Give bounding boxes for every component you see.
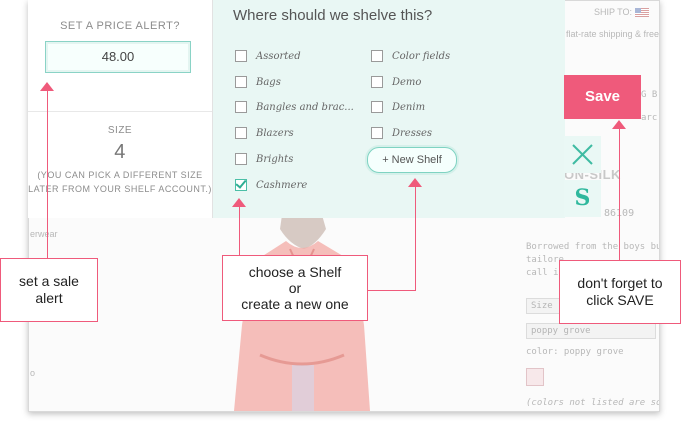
size-note-line-1: (YOU CAN PICK A DIFFERENT SIZE xyxy=(37,170,203,180)
description-line-1: Borrowed from the boys bu xyxy=(526,242,660,252)
shelf-chooser-panel: Where should we shelve this? Assorted Ba… xyxy=(213,0,565,218)
price-alert-panel: SET A PRICE ALERT? 48.00 SIZE 4 (YOU CAN… xyxy=(28,0,213,218)
save-callout-line-1: don't forget to xyxy=(577,275,663,291)
shelf-option-label: Bangles and brac... xyxy=(256,101,354,113)
new-shelf-arrow-icon xyxy=(408,178,422,187)
shelf-option-bags[interactable]: Bags xyxy=(235,74,281,90)
bg-fragment-arc: arc xyxy=(641,113,658,123)
checkbox[interactable] xyxy=(235,101,247,113)
price-alert-input[interactable]: 48.00 xyxy=(45,41,191,73)
save-arrow-icon xyxy=(612,120,626,129)
left-fragment-2: o xyxy=(30,368,36,378)
shelf-arrow-icon xyxy=(232,198,246,207)
checkbox[interactable] xyxy=(371,50,383,62)
color-swatch[interactable] xyxy=(526,368,544,386)
new-shelf-label: + New Shelf xyxy=(382,154,442,166)
us-flag-icon xyxy=(634,8,649,18)
checkbox[interactable] xyxy=(371,76,383,88)
checkbox[interactable] xyxy=(371,101,383,113)
new-shelf-connector xyxy=(415,186,416,290)
shelf-option-assorted[interactable]: Assorted xyxy=(235,48,301,64)
shelf-option-label: Dresses xyxy=(392,127,433,139)
sale-alert-connector xyxy=(47,90,48,258)
save-button-label: Save xyxy=(584,88,621,105)
shelf-option-label: Bags xyxy=(256,76,281,88)
shelf-option-denim[interactable]: Denim xyxy=(371,99,425,115)
shelf-callout-line-3: create a new one xyxy=(241,296,349,312)
save-callout: don't forget to click SAVE xyxy=(559,260,681,324)
shelf-option-label: Demo xyxy=(392,76,422,88)
checkbox[interactable] xyxy=(235,76,247,88)
shelf-option-cashmere[interactable]: Cashmere xyxy=(235,177,307,193)
size-heading: SIZE xyxy=(107,125,133,136)
size-value: 4 xyxy=(114,141,126,163)
shelf-logo-letter: S xyxy=(574,185,591,211)
sale-alert-arrow-icon xyxy=(40,82,54,91)
shelf-option-label: Color fields xyxy=(392,50,451,62)
shelf-option-label: Brights xyxy=(256,153,294,165)
size-note-line-2: LATER FROM YOUR SHELF ACCOUNT.) xyxy=(28,184,212,194)
shelf-option-color-fields[interactable]: Color fields xyxy=(371,48,450,64)
new-shelf-connector-horizontal xyxy=(366,290,416,291)
checkbox[interactable] xyxy=(235,50,247,62)
price-alert-value: 48.00 xyxy=(101,49,135,64)
checkbox-checked[interactable] xyxy=(235,179,247,191)
checkbox[interactable] xyxy=(235,153,247,165)
checkbox[interactable] xyxy=(235,127,247,139)
shelf-option-blazers[interactable]: Blazers xyxy=(235,125,294,141)
shelf-option-label: Assorted xyxy=(256,50,301,62)
new-shelf-button[interactable]: + New Shelf xyxy=(367,147,457,173)
shelf-option-label: Blazers xyxy=(256,127,294,139)
shelf-callout-line-2: or xyxy=(288,280,302,296)
price-alert-heading: SET A PRICE ALERT? xyxy=(60,20,180,32)
shelf-callout-line-1: choose a Shelf xyxy=(248,264,342,280)
ship-to-label: SHIP TO: xyxy=(594,7,633,17)
size-select-value: Size xyxy=(531,301,553,311)
shelf-option-bangles[interactable]: Bangles and brac... xyxy=(235,99,354,115)
panel-divider xyxy=(28,111,212,112)
close-icon xyxy=(572,144,593,165)
save-connector xyxy=(619,128,620,260)
color-select[interactable]: poppy grove xyxy=(526,323,656,339)
shelf-option-brights[interactable]: Brights xyxy=(235,151,293,167)
sale-alert-callout-line-1: set a sale xyxy=(19,273,79,289)
sale-alert-callout: set a sale alert xyxy=(0,258,98,322)
shipping-text: flat-rate shipping & free xyxy=(566,29,660,39)
left-fragment-1: erwear xyxy=(30,229,58,239)
shelf-option-label: Denim xyxy=(392,101,426,113)
shelf-panel-title: Where should we shelve this? xyxy=(233,7,433,24)
save-button[interactable]: Save xyxy=(564,75,641,119)
color-select-value: poppy grove xyxy=(531,326,591,336)
shelf-logo-icon: S xyxy=(564,180,601,217)
colors-note: (colors not listed are sold ou xyxy=(526,398,659,408)
color-label: color: poppy grove xyxy=(526,347,624,357)
shelf-option-demo[interactable]: Demo xyxy=(371,74,421,90)
bg-fragment-g: G B xyxy=(641,90,658,100)
checkbox[interactable] xyxy=(371,127,383,139)
shelf-option-label: Cashmere xyxy=(256,179,308,191)
shelf-callout: choose a Shelf or create a new one xyxy=(222,255,368,321)
close-button[interactable] xyxy=(564,136,601,173)
sale-alert-callout-line-2: alert xyxy=(35,290,63,306)
shelf-connector xyxy=(239,206,240,255)
save-callout-line-2: click SAVE xyxy=(586,292,654,308)
shelf-option-dresses[interactable]: Dresses xyxy=(371,125,432,141)
